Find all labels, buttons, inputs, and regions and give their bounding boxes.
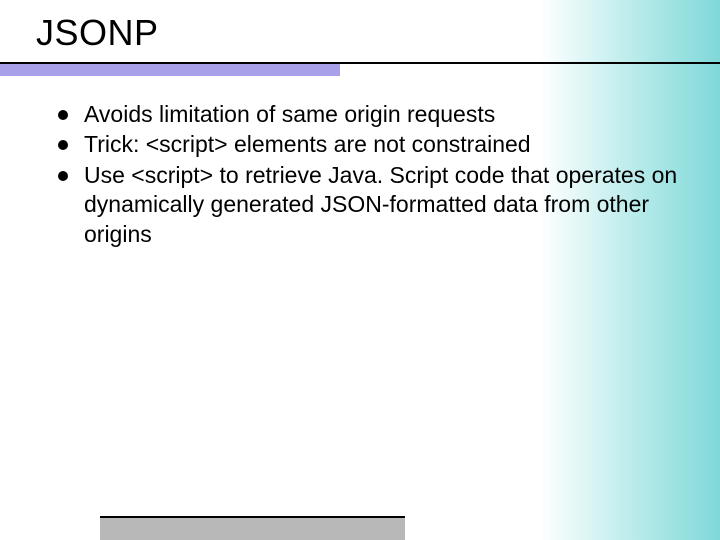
title-accent-bar <box>0 62 340 76</box>
bullet-item: Use <script> to retrieve Java. Script co… <box>56 161 692 249</box>
title-underline <box>0 62 720 76</box>
title-area: JSONP <box>0 0 720 54</box>
content-area: Avoids limitation of same origin request… <box>0 76 720 249</box>
bullet-list: Avoids limitation of same origin request… <box>56 100 692 249</box>
footer-accent-bar <box>100 516 405 540</box>
bullet-item: Avoids limitation of same origin request… <box>56 100 692 129</box>
slide-title: JSONP <box>36 12 720 54</box>
title-rule <box>340 62 720 64</box>
bullet-item: Trick: <script> elements are not constra… <box>56 130 692 159</box>
